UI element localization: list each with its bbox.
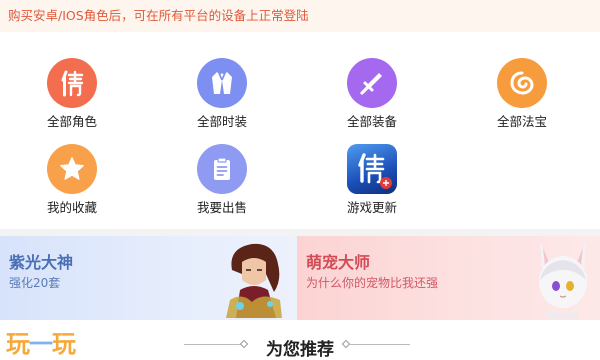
warrior-character-image bbox=[226, 243, 282, 318]
recommend-heading: 为您推荐 bbox=[0, 320, 600, 360]
category-label: 全部法宝 bbox=[496, 114, 547, 129]
section-divider bbox=[0, 229, 600, 236]
banner-title: 紫光大神 bbox=[9, 253, 74, 272]
category-label: 我的收藏 bbox=[46, 200, 97, 215]
pet-character-image bbox=[539, 242, 587, 318]
category-label: 全部装备 bbox=[346, 114, 397, 129]
divider-line bbox=[350, 344, 410, 345]
character-glyph-icon bbox=[47, 58, 97, 108]
purchase-notice: 购买安卓/IOS角色后，可在所有平台的设备上正常登陆 bbox=[0, 0, 600, 32]
clipboard-icon bbox=[197, 144, 247, 194]
category-game-updates[interactable]: 游戏更新 bbox=[317, 144, 427, 216]
category-label: 全部时装 bbox=[196, 114, 247, 129]
category-all-equipment[interactable]: 全部装备 bbox=[317, 58, 427, 130]
costume-icon bbox=[197, 58, 247, 108]
banner-pet-master[interactable]: 萌宠大师 为什么你的宠物比我还强 bbox=[297, 236, 600, 320]
banner-subtitle: 为什么你的宠物比我还强 bbox=[306, 276, 439, 290]
category-my-favorites[interactable]: 我的收藏 bbox=[17, 144, 127, 216]
banner-purple-master[interactable]: 紫光大神 强化20套 bbox=[0, 236, 297, 320]
magic-treasure-icon bbox=[497, 58, 547, 108]
category-label: 游戏更新 bbox=[346, 200, 397, 215]
recommend-title: 为您推荐 bbox=[266, 340, 334, 360]
category-sell[interactable]: 我要出售 bbox=[167, 144, 277, 216]
category-all-treasures[interactable]: 全部法宝 bbox=[467, 58, 577, 130]
star-icon bbox=[47, 144, 97, 194]
category-label: 我要出售 bbox=[196, 200, 247, 215]
banner-subtitle: 强化20套 bbox=[9, 276, 61, 290]
category-all-costumes[interactable]: 全部时装 bbox=[167, 58, 277, 130]
category-all-characters[interactable]: 全部角色 bbox=[17, 58, 127, 130]
game-app-icon bbox=[347, 144, 397, 194]
footer-bar: 玩一玩 为您推荐 bbox=[0, 320, 600, 360]
sword-icon bbox=[347, 58, 397, 108]
banner-title: 萌宠大师 bbox=[306, 253, 371, 272]
divider-line bbox=[184, 344, 244, 345]
category-label: 全部角色 bbox=[46, 114, 97, 129]
diamond-ornament-icon bbox=[239, 339, 249, 349]
